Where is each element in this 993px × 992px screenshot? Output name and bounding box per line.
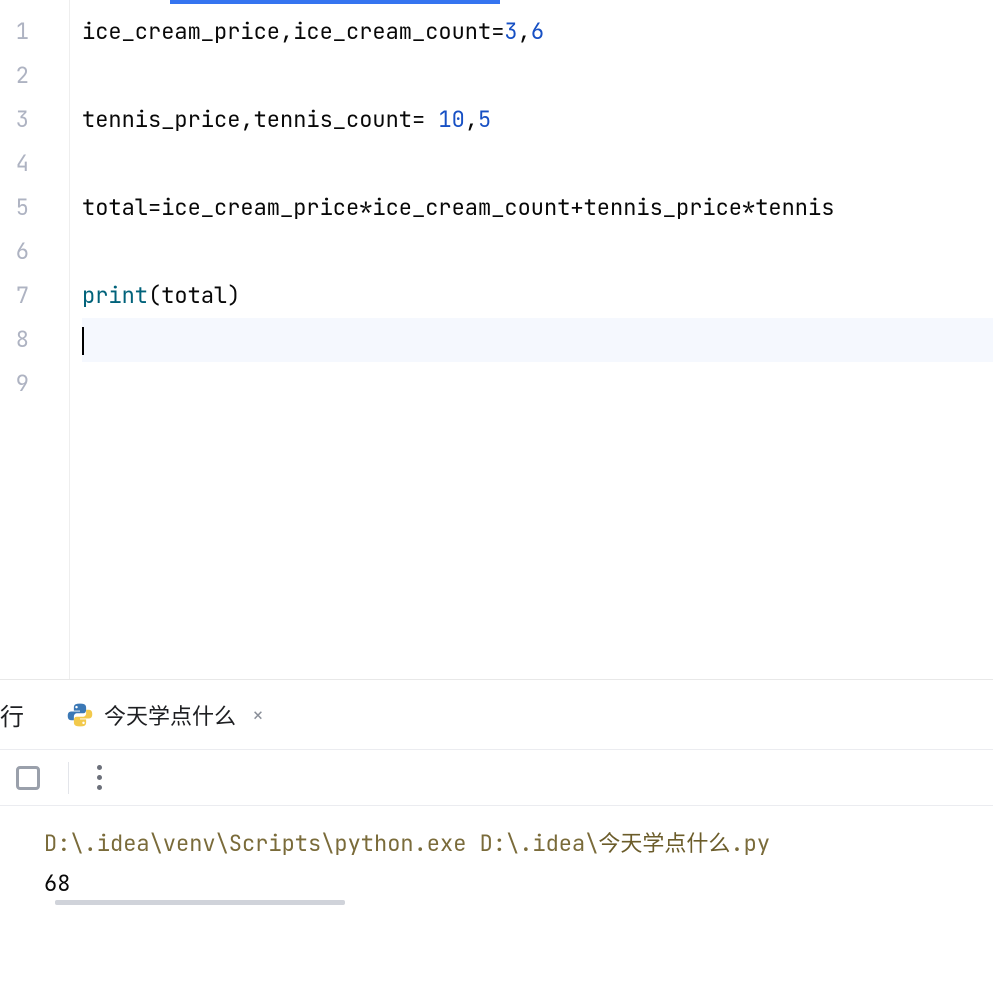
line-number: 8 bbox=[0, 318, 69, 362]
code-line[interactable] bbox=[82, 362, 993, 406]
python-icon bbox=[66, 701, 94, 729]
line-number: 2 bbox=[0, 54, 69, 98]
close-icon[interactable]: × bbox=[246, 702, 264, 728]
code-editor[interactable]: 123456789 ice_cream_price,ice_cream_coun… bbox=[0, 0, 993, 680]
console-output-line: 68 bbox=[44, 864, 993, 904]
line-number: 5 bbox=[0, 186, 69, 230]
line-number: 9 bbox=[0, 362, 69, 406]
line-number: 6 bbox=[0, 230, 69, 274]
code-line[interactable]: tennis_price,tennis_count= 10,5 bbox=[82, 98, 993, 142]
line-number: 3 bbox=[0, 98, 69, 142]
stop-button[interactable] bbox=[16, 766, 40, 790]
line-number: 7 bbox=[0, 274, 69, 318]
run-tab[interactable]: 今天学点什么 × bbox=[52, 680, 278, 750]
line-number-gutter: 123456789 bbox=[0, 0, 70, 679]
code-line[interactable] bbox=[82, 54, 993, 98]
code-area[interactable]: ice_cream_price,ice_cream_count=3,6tenni… bbox=[70, 0, 993, 679]
run-tab-label: 今天学点什么 bbox=[104, 699, 236, 731]
code-line[interactable] bbox=[82, 230, 993, 274]
code-line[interactable] bbox=[82, 318, 993, 362]
code-line[interactable]: ice_cream_price,ice_cream_count=3,6 bbox=[82, 10, 993, 54]
run-tab-underline bbox=[55, 900, 345, 905]
toolbar-divider bbox=[68, 762, 69, 794]
console-command-line: D:\.idea\venv\Scripts\python.exe D:\.ide… bbox=[44, 824, 993, 864]
caret bbox=[82, 327, 84, 355]
more-icon[interactable] bbox=[97, 765, 102, 790]
code-line[interactable]: print(total) bbox=[82, 274, 993, 318]
console-output[interactable]: D:\.idea\venv\Scripts\python.exe D:\.ide… bbox=[0, 806, 993, 904]
run-toolbar bbox=[0, 750, 993, 806]
line-number: 1 bbox=[0, 10, 69, 54]
line-number: 4 bbox=[0, 142, 69, 186]
run-panel-label: 行 bbox=[0, 697, 44, 732]
code-line[interactable] bbox=[82, 142, 993, 186]
run-tool-window: 行 今天学点什么 × D:\.idea\venv\Scripts\python.… bbox=[0, 680, 993, 904]
run-tab-bar: 行 今天学点什么 × bbox=[0, 680, 993, 750]
code-line[interactable]: total=ice_cream_price*ice_cream_count+te… bbox=[82, 186, 993, 230]
